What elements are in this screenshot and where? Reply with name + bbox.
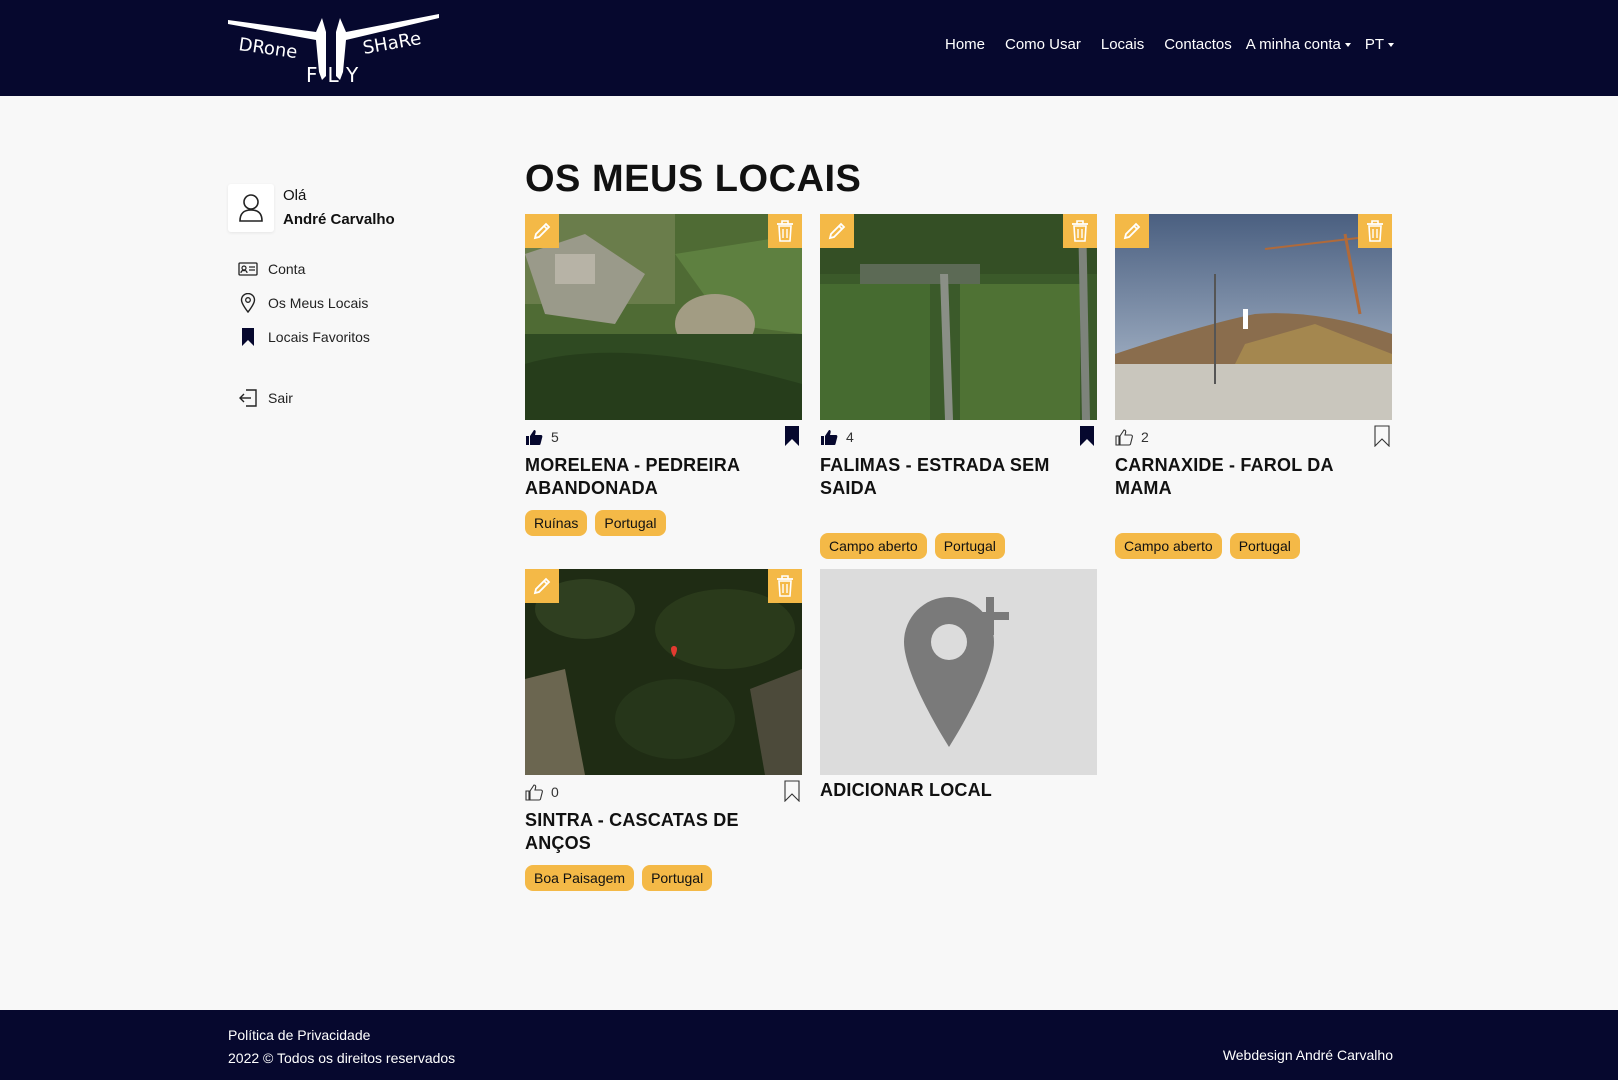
logout-icon (238, 388, 258, 408)
user-icon (239, 194, 263, 222)
location-title[interactable]: FALIMAS - ESTRADA SEM SAIDA (820, 454, 1097, 500)
trash-icon (1367, 220, 1383, 242)
bookmark-button[interactable] (1079, 425, 1095, 452)
webdesign-credit: Webdesign André Carvalho (1222, 1047, 1393, 1063)
pencil-icon (533, 577, 551, 595)
add-location-card[interactable]: ADICIONAR LOCAL (820, 569, 1097, 801)
page-title: OS MEUS LOCAIS (525, 158, 862, 200)
location-photo[interactable] (820, 214, 1097, 420)
location-title[interactable]: SINTRA - CASCATAS DE ANÇOS (525, 809, 802, 855)
logo-text-drone: DRone (237, 34, 298, 63)
language-dropdown[interactable]: PT (1365, 36, 1394, 53)
location-card: 4 FALIMAS - ESTRADA SEM SAIDA Campo aber… (820, 214, 1097, 559)
greeting-text: Olá (283, 187, 307, 204)
nav-home[interactable]: Home (945, 36, 985, 53)
user-name: André Carvalho (283, 211, 395, 228)
delete-button[interactable] (768, 569, 802, 603)
pencil-icon (1123, 222, 1141, 240)
avatar (228, 184, 274, 232)
location-title[interactable]: MORELENA - PEDREIRA ABANDONADA (525, 454, 802, 500)
location-card: 5 MORELENA - PEDREIRA ABANDONADA Ruínas … (525, 214, 802, 536)
add-location-pin-icon (903, 597, 1009, 747)
sidebar-item-sair[interactable]: Sair (228, 381, 468, 415)
pencil-icon (533, 222, 551, 240)
delete-button[interactable] (768, 214, 802, 248)
account-sidebar: Olá André Carvalho Conta Os Meus Locais … (228, 184, 468, 415)
edit-button[interactable] (525, 569, 559, 603)
sidebar-item-label: Sair (268, 390, 293, 406)
like-button[interactable]: 0 (525, 783, 559, 801)
category-tag[interactable]: Campo aberto (820, 533, 927, 559)
location-card: 2 CARNAXIDE - FAROL DA MAMA Campo aberto… (1115, 214, 1392, 559)
delete-button[interactable] (1358, 214, 1392, 248)
bookmark-button[interactable] (784, 780, 800, 807)
thumbs-up-filled-icon (526, 429, 543, 445)
edit-button[interactable] (820, 214, 854, 248)
copyright-text: 2022 © Todos os direitos reservados (228, 1050, 456, 1066)
user-profile: Olá André Carvalho (228, 184, 468, 232)
nav-contactos[interactable]: Contactos (1164, 36, 1232, 53)
main-nav: Home Como Usar Locais Contactos A minha … (945, 36, 1394, 53)
sidebar-item-os-meus-locais[interactable]: Os Meus Locais (228, 286, 468, 320)
bookmark-button[interactable] (784, 425, 800, 452)
logo-text-fly: FLY (306, 63, 368, 86)
category-tag[interactable]: Ruínas (525, 510, 588, 536)
country-tag[interactable]: Portugal (934, 533, 1005, 559)
bookmark-icon (238, 327, 258, 347)
location-photo[interactable] (525, 569, 802, 775)
category-tag[interactable]: Boa Paisagem (525, 865, 635, 891)
delete-button[interactable] (1063, 214, 1097, 248)
privacy-policy-link[interactable]: Política de Privacidade (228, 1027, 370, 1043)
country-tag[interactable]: Portugal (1229, 533, 1300, 559)
bookmark-filled-icon (785, 426, 799, 446)
sidebar-item-label: Os Meus Locais (268, 295, 369, 311)
bookmark-button[interactable] (1374, 425, 1390, 452)
location-title[interactable]: CARNAXIDE - FAROL DA MAMA (1115, 454, 1392, 500)
edit-button[interactable] (525, 214, 559, 248)
bookmark-filled-icon (1080, 426, 1094, 446)
like-button[interactable]: 2 (1115, 428, 1149, 446)
bookmark-outline-icon (784, 780, 800, 803)
add-location-label[interactable]: ADICIONAR LOCAL (820, 780, 1097, 801)
account-dropdown[interactable]: A minha conta (1246, 36, 1351, 53)
thumbs-up-filled-icon (821, 429, 838, 445)
site-footer: Política de Privacidade 2022 © Todos os … (0, 1010, 1618, 1080)
nav-locais[interactable]: Locais (1101, 36, 1144, 53)
like-count: 5 (551, 429, 559, 445)
location-card: 0 SINTRA - CASCATAS DE ANÇOS Boa Paisage… (525, 569, 802, 891)
like-count: 4 (846, 429, 854, 445)
pencil-icon (828, 222, 846, 240)
nav-como-usar[interactable]: Como Usar (1005, 36, 1081, 53)
trash-icon (1072, 220, 1088, 242)
location-pin-icon (238, 293, 258, 313)
sidebar-item-conta[interactable]: Conta (228, 252, 468, 286)
like-button[interactable]: 5 (525, 429, 559, 446)
drone-share-fly-logo[interactable]: DRone SHaRe FLY (226, 10, 441, 87)
country-tag[interactable]: Portugal (642, 865, 713, 891)
like-button[interactable]: 4 (820, 429, 854, 446)
location-photo[interactable] (525, 214, 802, 420)
trash-icon (777, 220, 793, 242)
like-count: 2 (1141, 429, 1149, 445)
location-photo[interactable] (1115, 214, 1392, 420)
add-location-button[interactable] (820, 569, 1097, 775)
bookmark-outline-icon (1374, 425, 1390, 448)
sidebar-item-label: Locais Favoritos (268, 329, 370, 345)
category-tag[interactable]: Campo aberto (1115, 533, 1222, 559)
sidebar-item-label: Conta (268, 261, 306, 277)
like-count: 0 (551, 784, 559, 800)
site-header: DRone SHaRe FLY Home Como Usar Locais Co… (0, 0, 1618, 96)
sidebar-item-locais-favoritos[interactable]: Locais Favoritos (228, 320, 468, 354)
thumbs-up-outline-icon (525, 783, 543, 801)
edit-button[interactable] (1115, 214, 1149, 248)
trash-icon (777, 575, 793, 597)
thumbs-up-outline-icon (1115, 428, 1133, 446)
id-card-icon (238, 259, 258, 279)
country-tag[interactable]: Portugal (595, 510, 666, 536)
